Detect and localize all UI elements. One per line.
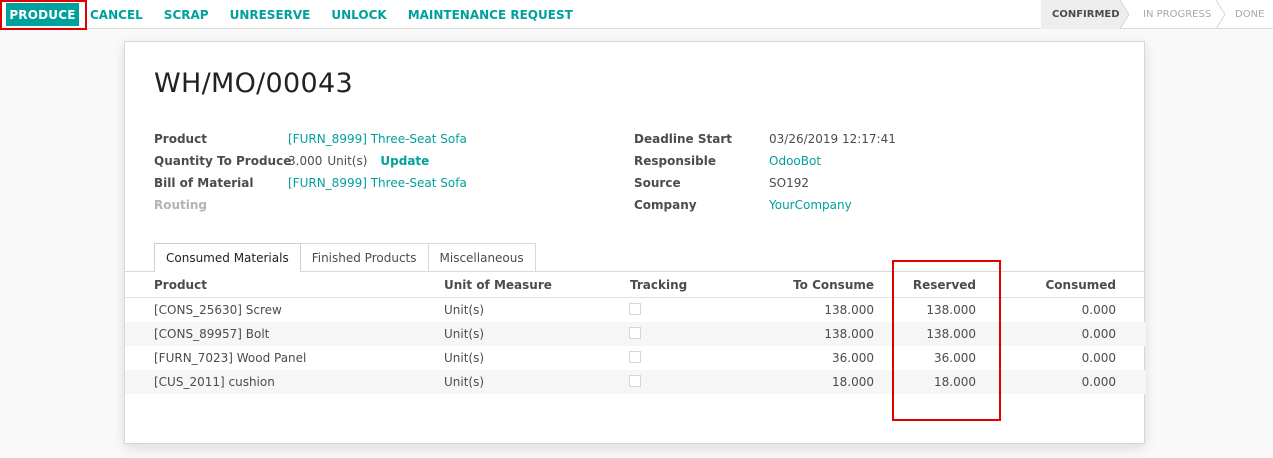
bom-link[interactable]: [FURN_8999] Three-Seat Sofa bbox=[288, 176, 467, 190]
cell-uom: Unit(s) bbox=[444, 303, 485, 317]
field-responsible: Responsible OdooBot bbox=[634, 150, 896, 172]
stage-in-progress[interactable]: IN PROGRESS bbox=[1121, 0, 1226, 29]
tab-consumed-materials[interactable]: Consumed Materials bbox=[154, 243, 301, 272]
cell-product: [CONS_25630] Screw bbox=[154, 303, 282, 317]
quantity-unit: Unit(s) bbox=[327, 154, 368, 168]
cell-tracking bbox=[629, 374, 641, 390]
status-stages: CONFIRMED IN PROGRESS DONE bbox=[1041, 0, 1273, 29]
cell-product: [CONS_89957] Bolt bbox=[154, 327, 270, 341]
tracking-checkbox bbox=[629, 350, 641, 363]
quantity-value: 3.000 bbox=[288, 154, 323, 168]
cell-reserved: 36.000 bbox=[934, 351, 976, 365]
stage-confirmed[interactable]: CONFIRMED bbox=[1041, 0, 1130, 29]
field-routing: Routing bbox=[154, 194, 467, 216]
cell-uom: Unit(s) bbox=[444, 327, 485, 341]
field-label: Bill of Material bbox=[154, 176, 254, 190]
stage-label: CONFIRMED bbox=[1052, 9, 1120, 20]
field-product: Product [FURN_8999] Three-Seat Sofa bbox=[154, 128, 467, 150]
table-row[interactable]: [CONS_89957] Bolt Unit(s) 138.000 138.00… bbox=[125, 322, 1146, 346]
field-label: Company bbox=[634, 198, 697, 212]
produce-button[interactable]: PRODUCE bbox=[6, 3, 79, 26]
responsible-link[interactable]: OdooBot bbox=[769, 154, 821, 168]
notebook-tabs: Consumed Materials Finished Products Mis… bbox=[154, 243, 536, 272]
scrap-button[interactable]: SCRAP bbox=[164, 8, 209, 22]
cell-tracking bbox=[629, 326, 641, 342]
maintenance-request-button[interactable]: MAINTENANCE REQUEST bbox=[408, 8, 573, 22]
cell-reserved: 138.000 bbox=[926, 327, 976, 341]
form-sheet: WH/MO/00043 Product [FURN_8999] Three-Se… bbox=[124, 41, 1146, 444]
cancel-button[interactable]: CANCEL bbox=[90, 8, 143, 22]
cell-to-consume: 138.000 bbox=[824, 303, 874, 317]
column-header-reserved[interactable]: Reserved bbox=[913, 278, 976, 292]
table-header: Product Unit of Measure Tracking To Cons… bbox=[125, 272, 1146, 298]
field-company: Company YourCompany bbox=[634, 194, 896, 216]
field-source: Source SO192 bbox=[634, 172, 896, 194]
cell-product: [CUS_2011] cushion bbox=[154, 375, 275, 389]
stage-arrow-icon bbox=[1120, 0, 1130, 29]
cell-consumed: 0.000 bbox=[1081, 351, 1116, 365]
update-quantity-button[interactable]: Update bbox=[380, 154, 429, 168]
main-fields-left: Product [FURN_8999] Three-Seat Sofa Quan… bbox=[154, 128, 467, 216]
action-buttons: CANCEL SCRAP UNRESERVE UNLOCK MAINTENANC… bbox=[90, 0, 594, 29]
field-label: Quantity To Produce bbox=[154, 154, 292, 168]
tracking-checkbox bbox=[629, 326, 641, 339]
cell-reserved: 138.000 bbox=[926, 303, 976, 317]
cell-to-consume: 18.000 bbox=[832, 375, 874, 389]
stage-label: DONE bbox=[1235, 9, 1265, 20]
tab-finished-products[interactable]: Finished Products bbox=[299, 243, 429, 272]
field-label: Routing bbox=[154, 198, 208, 212]
field-label: Deadline Start bbox=[634, 132, 733, 146]
company-link[interactable]: YourCompany bbox=[769, 198, 852, 212]
source-value: SO192 bbox=[769, 176, 809, 190]
cell-reserved: 18.000 bbox=[934, 375, 976, 389]
cell-to-consume: 138.000 bbox=[824, 327, 874, 341]
unlock-button[interactable]: UNLOCK bbox=[331, 8, 386, 22]
column-header-tracking[interactable]: Tracking bbox=[630, 278, 687, 292]
control-panel: PRODUCE CANCEL SCRAP UNRESERVE UNLOCK MA… bbox=[0, 0, 1273, 29]
cell-consumed: 0.000 bbox=[1081, 327, 1116, 341]
tracking-checkbox bbox=[629, 374, 641, 387]
cell-tracking bbox=[629, 350, 641, 366]
cell-uom: Unit(s) bbox=[444, 351, 485, 365]
column-header-consumed[interactable]: Consumed bbox=[1045, 278, 1116, 292]
cell-consumed: 0.000 bbox=[1081, 303, 1116, 317]
page-title: WH/MO/00043 bbox=[154, 68, 353, 99]
cell-product: [FURN_7023] Wood Panel bbox=[154, 351, 307, 365]
table-row[interactable]: [CUS_2011] cushion Unit(s) 18.000 18.000… bbox=[125, 370, 1146, 394]
stage-arrow-icon bbox=[1216, 0, 1226, 29]
unreserve-button[interactable]: UNRESERVE bbox=[230, 8, 311, 22]
stage-label: IN PROGRESS bbox=[1143, 9, 1212, 20]
field-label: Source bbox=[634, 176, 681, 190]
cell-uom: Unit(s) bbox=[444, 375, 485, 389]
field-deadline: Deadline Start 03/26/2019 12:17:41 bbox=[634, 128, 896, 150]
product-link[interactable]: [FURN_8999] Three-Seat Sofa bbox=[288, 132, 467, 146]
column-header-uom[interactable]: Unit of Measure bbox=[444, 278, 552, 292]
cell-tracking bbox=[629, 302, 641, 318]
field-label: Product bbox=[154, 132, 207, 146]
table-row[interactable]: [CONS_25630] Screw Unit(s) 138.000 138.0… bbox=[125, 298, 1146, 322]
deadline-value: 03/26/2019 12:17:41 bbox=[769, 132, 896, 146]
column-header-to-consume[interactable]: To Consume bbox=[793, 278, 874, 292]
field-bom: Bill of Material [FURN_8999] Three-Seat … bbox=[154, 172, 467, 194]
table-row[interactable]: [FURN_7023] Wood Panel Unit(s) 36.000 36… bbox=[125, 346, 1146, 370]
cell-consumed: 0.000 bbox=[1081, 375, 1116, 389]
consumed-materials-table: Product Unit of Measure Tracking To Cons… bbox=[125, 272, 1146, 394]
column-header-product[interactable]: Product bbox=[154, 278, 207, 292]
tracking-checkbox bbox=[629, 302, 641, 315]
field-quantity: Quantity To Produce 3.000 Unit(s) Update bbox=[154, 150, 467, 172]
field-label: Responsible bbox=[634, 154, 716, 168]
tab-miscellaneous[interactable]: Miscellaneous bbox=[427, 243, 536, 272]
cell-to-consume: 36.000 bbox=[832, 351, 874, 365]
main-fields-right: Deadline Start 03/26/2019 12:17:41 Respo… bbox=[634, 128, 896, 216]
